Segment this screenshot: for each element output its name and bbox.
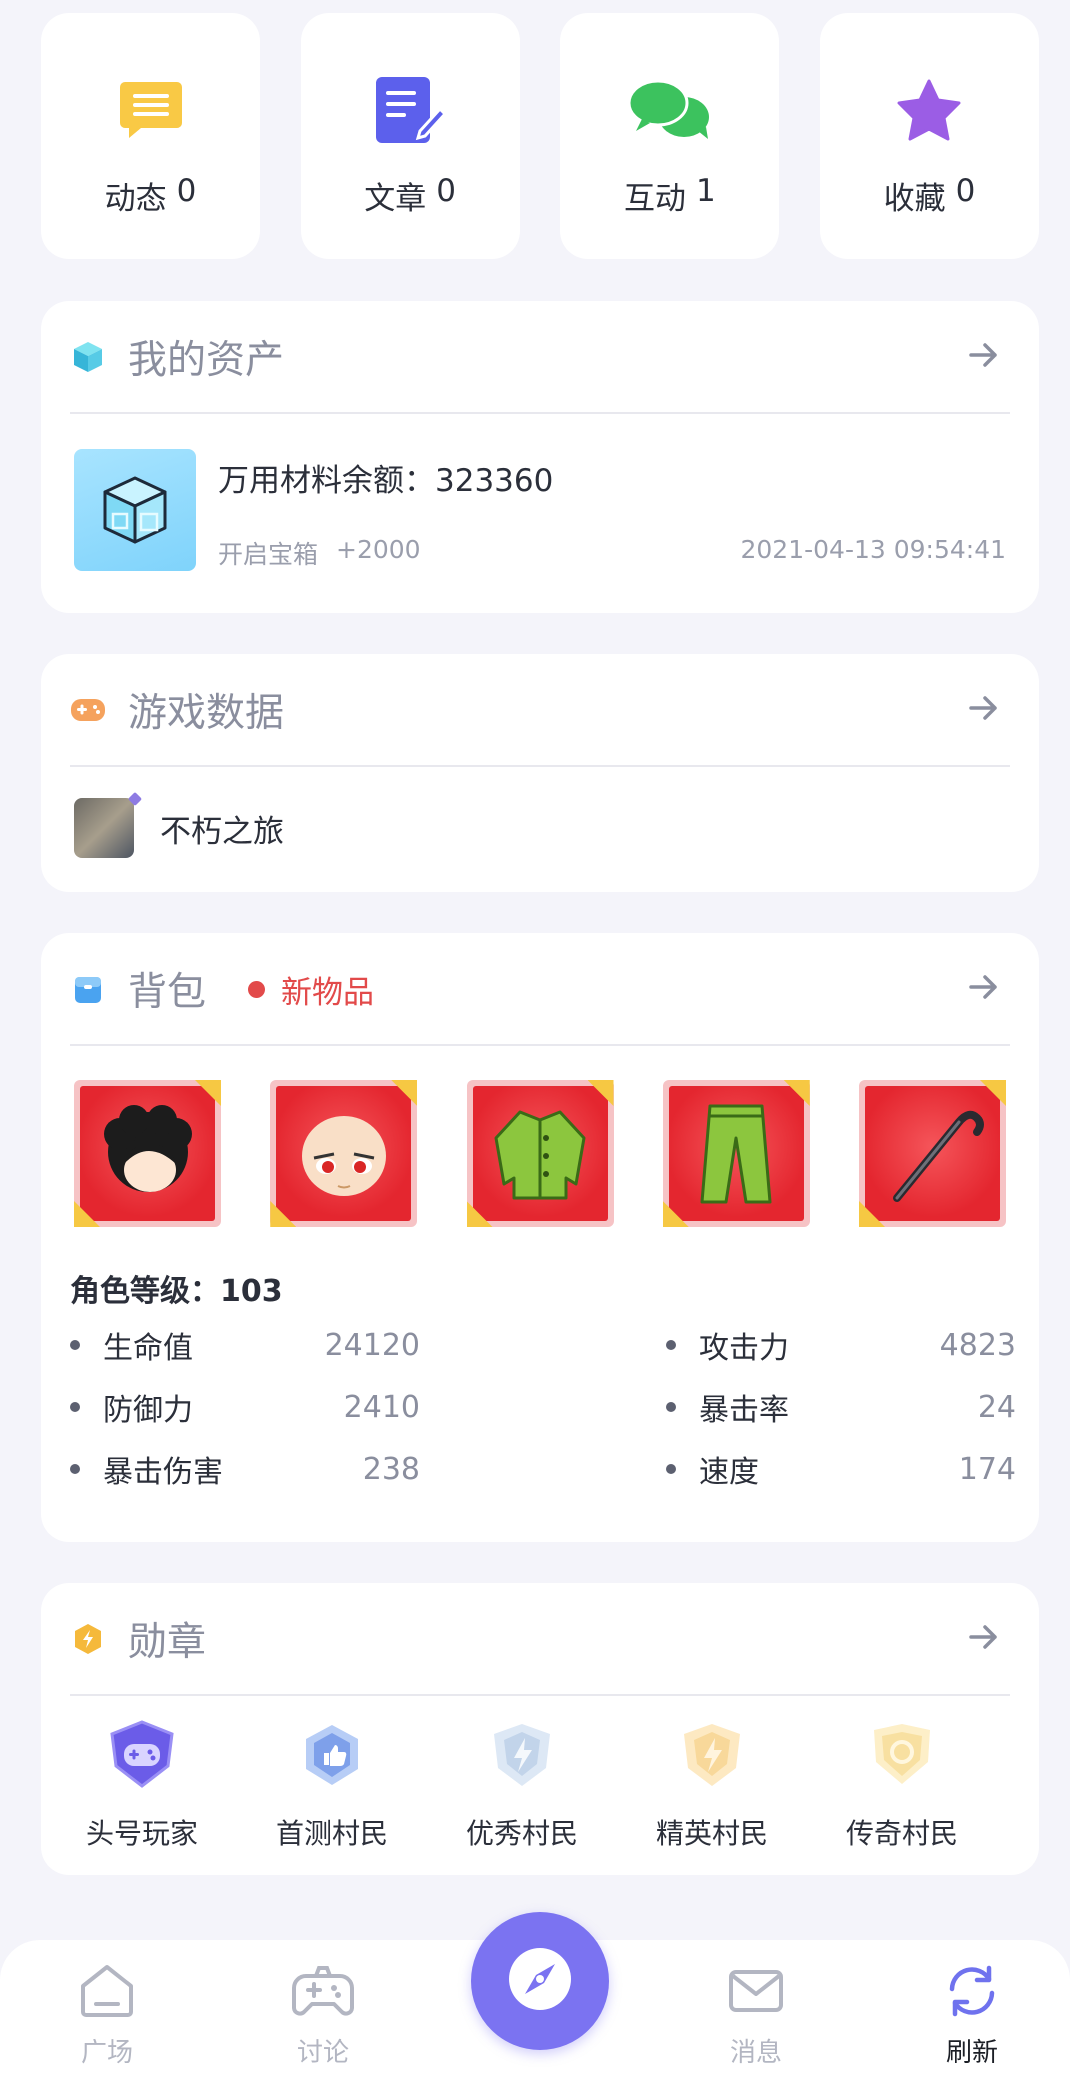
gamepad-badge-icon <box>107 1720 177 1790</box>
legend-badge-icon <box>867 1720 937 1790</box>
star-icon <box>896 75 962 145</box>
gamepad-icon <box>292 1962 354 2024</box>
arrow-right-icon[interactable] <box>969 342 999 372</box>
backpack-title: 背包 <box>128 970 207 1015</box>
assets-card: 我的资产 万用材料余额：323360 开启宝箱 +2000 2021-04-13… <box>41 301 1039 613</box>
badge-top-player[interactable]: 头号玩家 <box>67 1720 217 1852</box>
stat-favorite[interactable]: 收藏 0 <box>819 13 1039 259</box>
cube-icon <box>70 339 106 375</box>
material-cube-image <box>74 449 196 571</box>
backpack-header[interactable]: 背包 新物品 <box>41 933 1039 1045</box>
attr-speed: 速度 174 <box>666 1447 1016 1491</box>
asset-record: 万用材料余额：323360 开启宝箱 +2000 2021-04-13 09:5… <box>74 449 1006 571</box>
stat-article[interactable]: 文章 0 <box>300 13 520 259</box>
assets-header[interactable]: 我的资产 <box>41 301 1039 413</box>
stat-label: 收藏 <box>883 181 946 217</box>
divider <box>70 1044 1010 1046</box>
stat-count: 0 <box>955 173 976 209</box>
jacket-item[interactable] <box>466 1080 614 1227</box>
arrow-right-icon[interactable] <box>969 695 999 725</box>
attr-hp: 生命值 24120 <box>70 1323 420 1367</box>
silver-bolt-badge-icon <box>487 1720 557 1790</box>
thumbs-up-badge-icon <box>297 1720 367 1790</box>
medals-header[interactable]: 勋章 <box>41 1583 1039 1695</box>
divider <box>70 1694 1010 1696</box>
hair-item[interactable] <box>74 1080 221 1227</box>
nav-label: 讨论 <box>296 2038 349 2068</box>
attr-attack: 攻击力 4823 <box>666 1323 1016 1367</box>
stats-row: 动态 0 文章 0 互动 1 收藏 0 <box>41 13 1039 259</box>
asset-source: 开启宝箱 <box>218 540 319 569</box>
divider <box>70 412 1010 414</box>
stat-label: 互动 <box>623 181 686 217</box>
nav-square[interactable]: 广场 <box>47 1962 167 2069</box>
compass-icon <box>505 1944 575 2018</box>
face-item[interactable] <box>270 1080 418 1227</box>
stat-count: 0 <box>436 173 457 209</box>
badge-label: 传奇村民 <box>845 1817 958 1850</box>
nav-messages[interactable]: 消息 <box>696 1962 816 2069</box>
home-icon <box>78 1962 136 2024</box>
nav-discussion[interactable]: 讨论 <box>263 1962 383 2069</box>
asset-time: 2021-04-13 09:54:41 <box>740 535 1006 564</box>
cane-item[interactable] <box>859 1080 1006 1227</box>
stat-label: 文章 <box>364 181 427 217</box>
gamepad-icon <box>70 692 106 728</box>
badge-label: 精英村民 <box>655 1817 768 1850</box>
game-entry[interactable]: 不朽之旅 <box>74 798 284 858</box>
chat-icon <box>627 75 712 145</box>
medals-title: 勋章 <box>128 1620 207 1665</box>
nav-label: 刷新 <box>945 2038 998 2068</box>
attr-crit-rate: 暴击率 24 <box>666 1385 1016 1429</box>
arrow-right-icon[interactable] <box>969 974 999 1004</box>
badge-first-test[interactable]: 首测村民 <box>257 1720 407 1852</box>
game-title: 游戏数据 <box>128 691 285 736</box>
stat-count: 1 <box>695 173 716 209</box>
assets-title: 我的资产 <box>128 338 285 383</box>
medals-card: 勋章 头号玩家 首测村民 优秀村民 精英村民 传奇村民 <box>41 1583 1039 1875</box>
new-dot-icon <box>248 980 266 998</box>
divider <box>70 765 1010 767</box>
stat-dynamic[interactable]: 动态 0 <box>41 13 260 259</box>
badge-elite[interactable]: 精英村民 <box>637 1720 787 1852</box>
arrow-right-icon[interactable] <box>969 1624 999 1654</box>
badge-label: 首测村民 <box>275 1817 388 1850</box>
asset-balance: 万用材料余额：323360 <box>218 463 554 499</box>
stat-count: 0 <box>176 173 197 209</box>
nav-label: 消息 <box>729 2038 782 2068</box>
character-level: 角色等级：103 <box>70 1274 283 1309</box>
new-label: 新物品 <box>281 974 375 1011</box>
game-header[interactable]: 游戏数据 <box>41 654 1039 766</box>
asset-delta: +2000 <box>336 535 421 564</box>
badge-label: 优秀村民 <box>465 1817 578 1850</box>
stat-label: 动态 <box>104 181 167 217</box>
nav-refresh[interactable]: 刷新 <box>912 1962 1032 2069</box>
badge-list: 头号玩家 首测村民 优秀村民 精英村民 传奇村民 <box>70 1720 1010 1850</box>
stat-interaction[interactable]: 互动 1 <box>560 13 780 259</box>
attr-defense: 防御力 2410 <box>70 1385 420 1429</box>
medal-icon <box>70 1621 106 1657</box>
list-icon <box>119 75 183 145</box>
bag-icon <box>70 971 106 1007</box>
badge-excellent[interactable]: 优秀村民 <box>447 1720 597 1852</box>
pants-item[interactable] <box>662 1080 810 1227</box>
nav-label: 广场 <box>80 2038 133 2068</box>
badge-label: 头号玩家 <box>85 1817 198 1850</box>
refresh-icon <box>943 1962 1001 2024</box>
attr-crit-damage: 暴击伤害 238 <box>70 1447 420 1491</box>
item-list <box>74 1080 1006 1227</box>
article-icon <box>374 75 447 145</box>
discover-button[interactable] <box>471 1912 609 2050</box>
game-avatar <box>74 798 134 858</box>
game-name: 不朽之旅 <box>160 813 284 850</box>
backpack-card: 背包 新物品 角色等级：103 生命值 24120 攻击力 4823 防御力 2… <box>41 933 1039 1542</box>
game-card: 游戏数据 不朽之旅 <box>41 654 1039 892</box>
new-items-tag: 新物品 <box>248 967 374 1012</box>
badge-legend[interactable]: 传奇村民 <box>827 1720 977 1852</box>
gold-bolt-badge-icon <box>677 1720 747 1790</box>
mail-icon <box>727 1962 785 2024</box>
